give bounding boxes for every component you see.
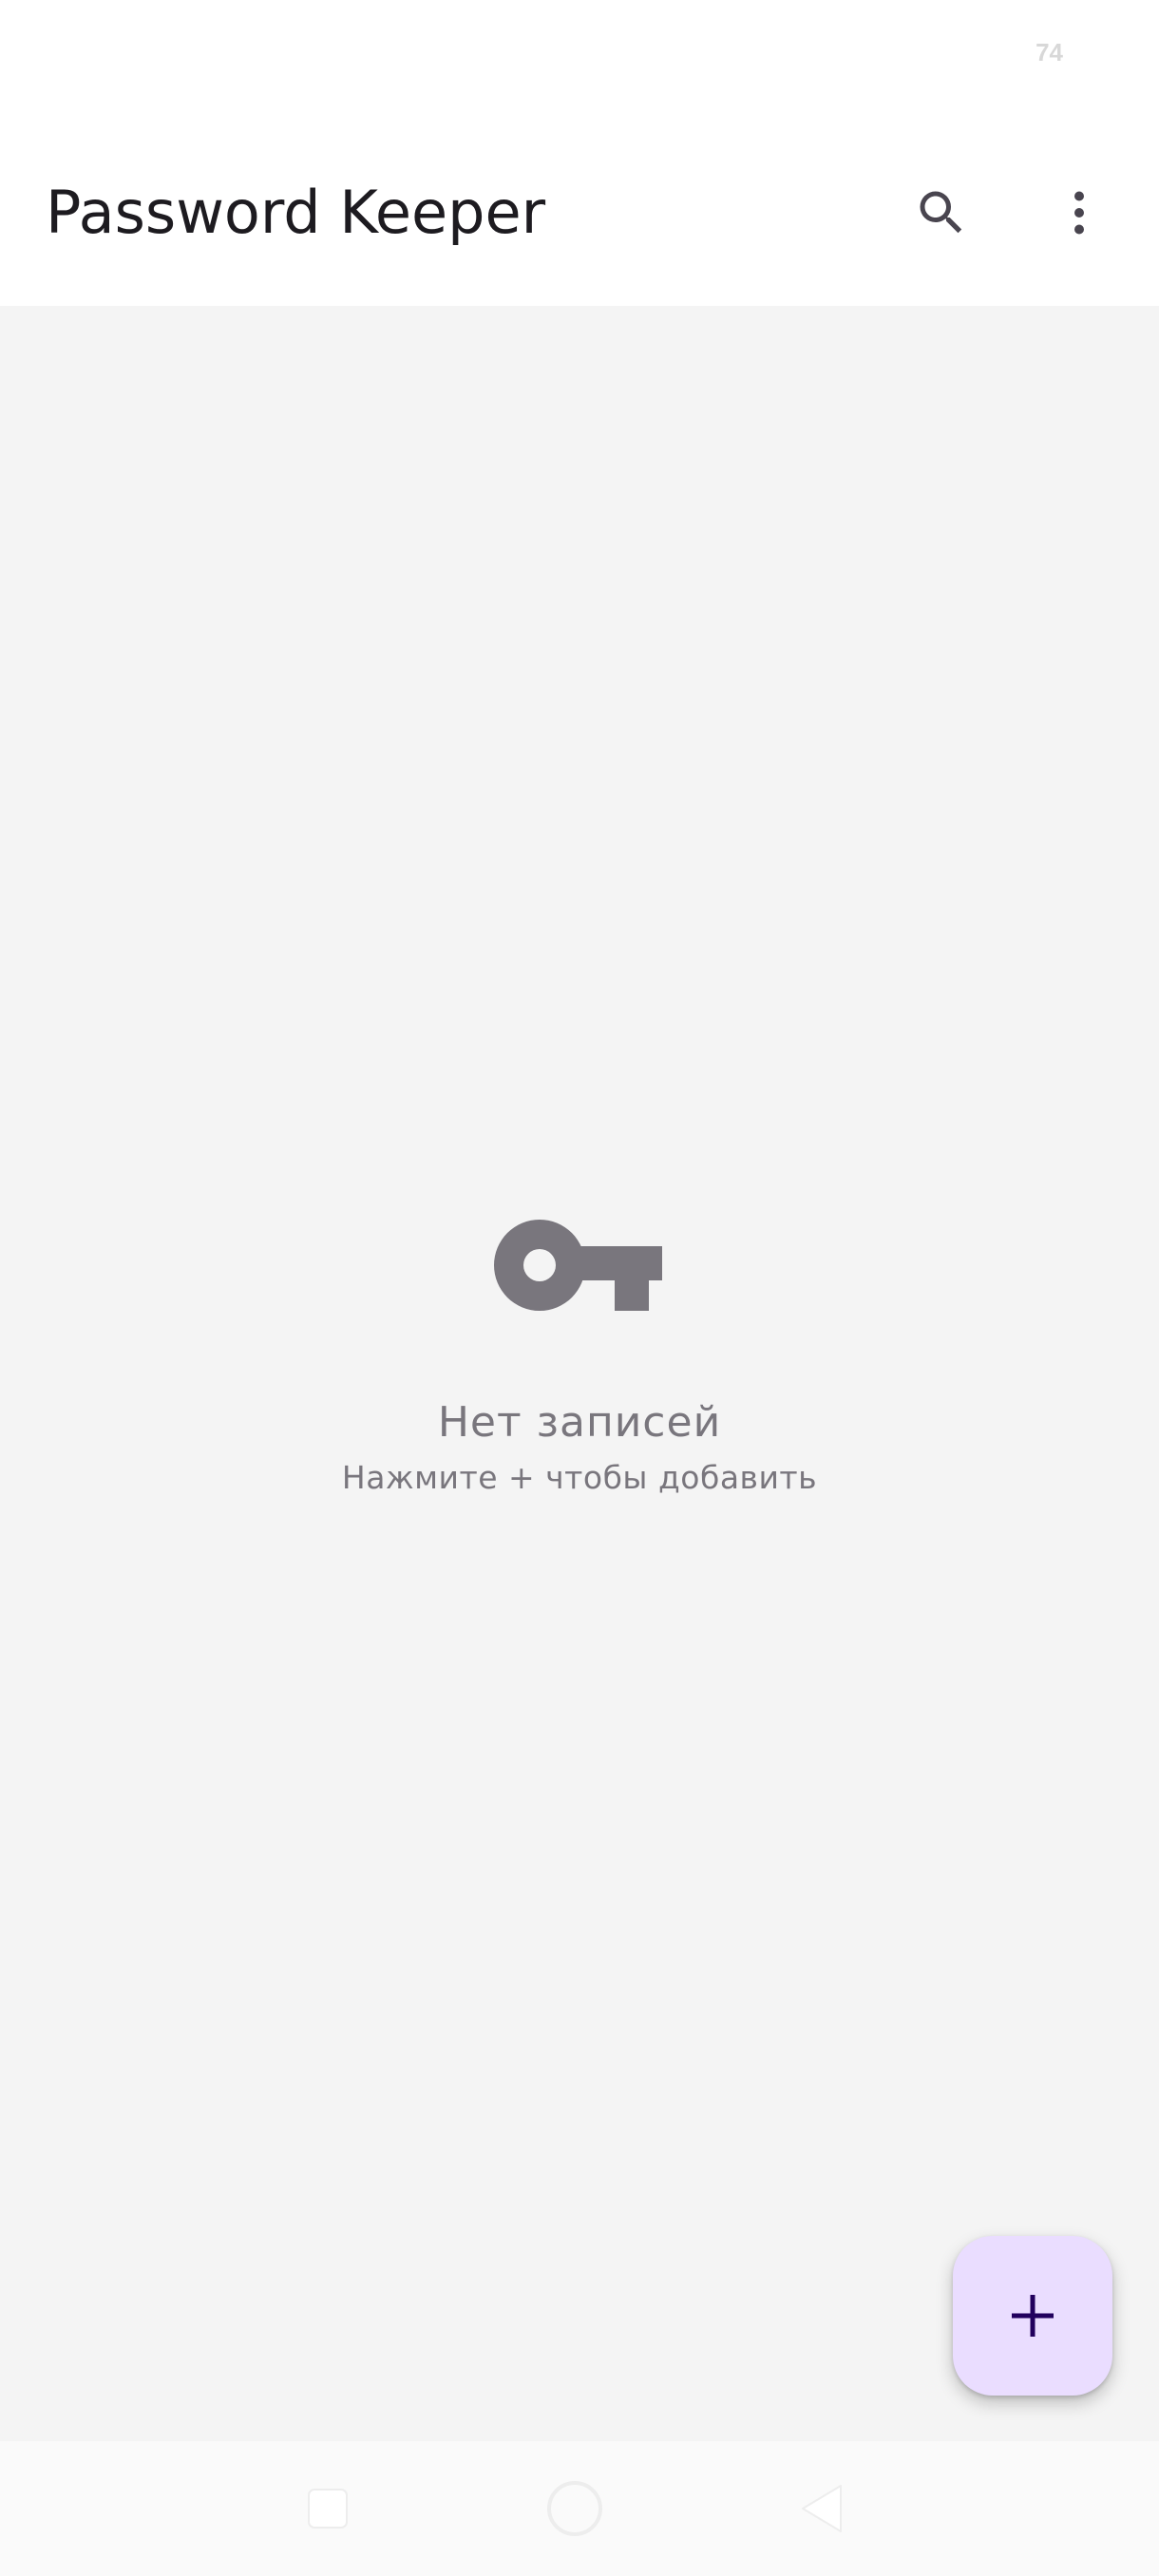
top-app-bar: Password Keeper xyxy=(0,112,1159,306)
home-icon xyxy=(547,2481,602,2536)
key-icon xyxy=(494,1220,662,1311)
nav-home-button[interactable] xyxy=(508,2441,641,2576)
app-title: Password Keeper xyxy=(46,178,546,247)
more-options-button[interactable] xyxy=(1028,161,1130,264)
more-vert-icon xyxy=(1074,191,1084,235)
status-bar: 74 xyxy=(0,0,1159,112)
back-icon xyxy=(802,2485,842,2532)
empty-state-title: Нет записей xyxy=(437,1398,722,1447)
search-button[interactable] xyxy=(890,161,993,264)
system-navigation-bar xyxy=(0,2441,1159,2576)
plus-icon xyxy=(1012,2295,1054,2337)
search-icon xyxy=(920,191,962,234)
recents-icon xyxy=(308,2489,348,2529)
empty-state-subtitle: Нажмите + чтобы добавить xyxy=(341,1459,818,1496)
empty-state: Нет записей Нажмите + чтобы добавить xyxy=(0,1218,1159,1499)
nav-back-button[interactable] xyxy=(755,2441,888,2576)
battery-level: 74 xyxy=(1036,38,1063,66)
nav-recents-button[interactable] xyxy=(261,2441,394,2576)
add-entry-button[interactable] xyxy=(953,2236,1112,2396)
entries-list-area: Нет записей Нажмите + чтобы добавить xyxy=(0,306,1159,2441)
